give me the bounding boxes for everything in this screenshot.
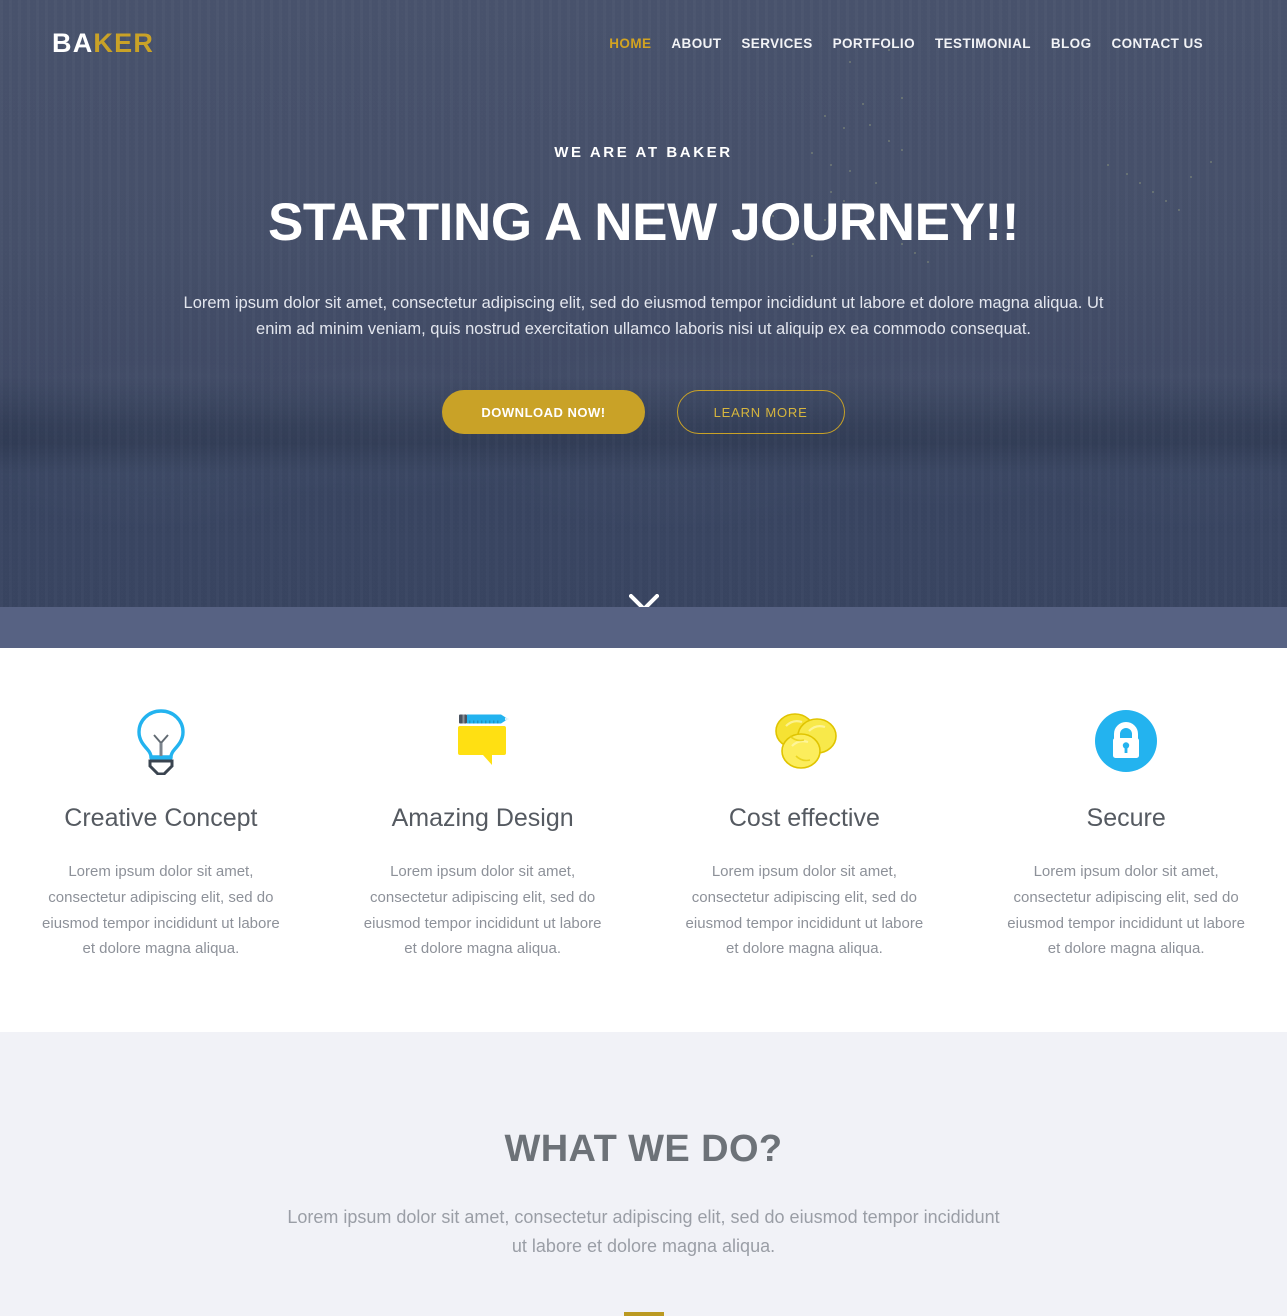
brand-logo-accent: KER <box>93 28 155 58</box>
hero-subtitle: Lorem ipsum dolor sit amet, consectetur … <box>183 293 1104 339</box>
hero-kicker: WE ARE AT BAKER <box>554 144 733 161</box>
feature-title: Creative Concept <box>64 804 258 832</box>
what-we-do-title: WHAT WE DO? <box>504 1128 783 1171</box>
hero-button-group: DOWNLOAD NOW! LEARN MORE <box>0 390 1287 435</box>
brand-logo[interactable]: BAKER <box>52 28 154 59</box>
section-divider <box>623 1311 664 1316</box>
feature-text: Lorem ipsum dolor sit amet, consectetur … <box>363 863 602 958</box>
hero-title: STARTING A NEW JOURNEY!! <box>267 193 1020 252</box>
lightbulb-icon <box>133 707 189 780</box>
feature-icon-wrapper <box>987 704 1265 782</box>
learn-more-button[interactable]: LEARN MORE <box>676 390 845 435</box>
features-row: Creative Concept Lorem ipsum dolor sit am… <box>0 704 1287 962</box>
feature-text: Lorem ipsum dolor sit amet, consectetur … <box>1007 863 1245 958</box>
site-header: BAKER HOME ABOUT SERVICES PORTFOLIO TESTIMON… <box>0 0 1287 59</box>
feature-icon-wrapper <box>344 704 622 782</box>
feature-title: Cost effective <box>728 804 880 832</box>
hero-content: WE ARE AT BAKER STARTING A NEW JOURNEY!!… <box>0 59 1287 435</box>
feature-card-secure: Secure Lorem ipsum dolor sit amet, consec… <box>965 704 1287 962</box>
coins-icon <box>771 709 838 778</box>
feature-title: Secure <box>1086 804 1166 832</box>
feature-card-creative-concept: Creative Concept Lorem ipsum dolor sit am… <box>0 704 322 962</box>
feature-icon-wrapper <box>22 704 300 782</box>
nav-item-services[interactable]: SERVICES <box>731 36 822 51</box>
feature-card-cost-effective: Cost effective Lorem ipsum dolor sit amet… <box>644 704 966 962</box>
nav-item-home[interactable]: HOME <box>599 36 661 51</box>
feature-icon-wrapper <box>666 704 944 782</box>
nav-item-portfolio[interactable]: PORTFOLIO <box>823 36 925 51</box>
main-navigation[interactable]: HOME ABOUT SERVICES PORTFOLIO TESTIMONIAL BLO… <box>599 36 1213 51</box>
feature-text: Lorem ipsum dolor sit amet, consectetur … <box>685 863 924 958</box>
design-pencil-speech-bubble-icon <box>451 709 515 778</box>
feature-card-amazing-design: Amazing Design Lorem ipsum dolor sit amet… <box>322 704 644 962</box>
lock-circle-icon <box>1094 709 1158 778</box>
what-we-do-subtitle: Lorem ipsum dolor sit amet, consectetur … <box>287 1207 1000 1257</box>
feature-title: Amazing Design <box>391 804 574 832</box>
nav-item-contact-us[interactable]: CONTACT US <box>1102 36 1214 51</box>
nav-item-testimonial[interactable]: TESTIMONIAL <box>925 36 1041 51</box>
chevron-down-icon <box>628 594 659 607</box>
feature-text: Lorem ipsum dolor sit amet, consectetur … <box>42 863 280 958</box>
hero-bottom-bar <box>0 607 1287 648</box>
scroll-down-button[interactable] <box>0 594 1287 607</box>
brand-logo-first: BA <box>52 28 94 58</box>
nav-item-blog[interactable]: BLOG <box>1041 36 1102 51</box>
what-we-do-section: WHAT WE DO? Lorem ipsum dolor sit amet, … <box>0 1032 1287 1316</box>
download-now-button[interactable]: DOWNLOAD NOW! <box>442 390 645 435</box>
features-section: Creative Concept Lorem ipsum dolor sit am… <box>0 648 1287 1033</box>
nav-item-about[interactable]: ABOUT <box>661 36 731 51</box>
hero-section: BAKER HOME ABOUT SERVICES PORTFOLIO TESTIMON… <box>0 0 1287 607</box>
